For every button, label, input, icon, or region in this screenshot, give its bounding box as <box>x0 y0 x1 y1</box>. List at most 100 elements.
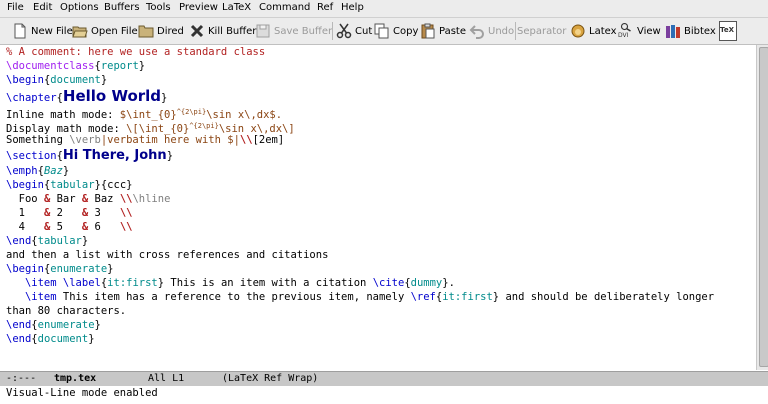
wrapped-text: than 80 characters. <box>6 305 127 317</box>
menu-ref[interactable]: Ref <box>317 2 333 13</box>
environment-name: enumerate <box>37 319 95 331</box>
begin-command: \begin <box>6 179 44 191</box>
new-file-icon <box>14 23 26 39</box>
menu-tools[interactable]: Tools <box>146 2 171 13</box>
menu-help[interactable]: Help <box>341 2 364 13</box>
code-line: \documentclass{report} <box>6 60 146 72</box>
chapter-command: \chapter <box>6 92 57 104</box>
menu-bar: File Edit Options Buffers Tools Preview … <box>0 0 768 18</box>
item-text-continued: and should be deliberately longer <box>499 291 715 303</box>
undo-button[interactable]: Undo <box>469 20 514 42</box>
code-line: 1 & 2 & 3 \\ <box>6 206 133 220</box>
vertical-scrollbar[interactable] <box>756 45 768 370</box>
emph-command: \emph <box>6 165 38 177</box>
code-line: \end{tabular} <box>6 235 89 247</box>
menu-file[interactable]: File <box>7 2 24 13</box>
environment-name: enumerate <box>50 263 108 275</box>
new-file-button[interactable]: New File <box>12 20 73 42</box>
label-argument: it:first <box>107 277 158 289</box>
environment-name: document <box>37 333 89 345</box>
dired-button[interactable]: Dired <box>138 20 184 42</box>
paste-button[interactable]: Paste <box>420 20 466 42</box>
code-line: \chapter{Hello World} <box>6 87 168 105</box>
copy-button[interactable]: Copy <box>374 20 418 42</box>
ref-argument: it:first <box>442 291 493 303</box>
view-label: View <box>637 25 661 37</box>
modeline-modes[interactable]: (LaTeX Ref Wrap) <box>222 373 318 384</box>
table-cell: Baz <box>88 193 120 205</box>
undo-label: Undo <box>488 25 515 37</box>
code-line: \end{enumerate} <box>6 319 101 331</box>
separator-label: Separator <box>517 25 567 37</box>
hline-command: \hline <box>132 193 171 205</box>
menu-latex[interactable]: LaTeX <box>222 2 251 13</box>
save-buffer-label: Save Buffer <box>274 25 333 37</box>
menu-edit[interactable]: Edit <box>33 2 52 13</box>
end-command: \end <box>6 319 32 331</box>
mode-line: -:--- tmp.tex All L1 (LaTeX Ref Wrap) <box>0 371 768 386</box>
documentclass-argument: report <box>100 60 139 72</box>
code-line: \end{document} <box>6 333 95 345</box>
minibuffer[interactable]: Visual-Line mode enabled <box>0 386 768 404</box>
table-cell: 5 <box>50 221 82 233</box>
tex-icon: TeX <box>719 21 737 41</box>
kill-buffer-button[interactable]: Kill Buffer <box>189 20 256 42</box>
cut-button[interactable]: Cut <box>336 20 372 42</box>
copy-label: Copy <box>393 25 419 37</box>
menu-options[interactable]: Options <box>60 2 99 13</box>
cut-label: Cut <box>355 25 373 37</box>
row-break: \\ <box>119 207 133 219</box>
plain-text: and then a list with cross references an… <box>6 249 329 261</box>
paste-label: Paste <box>439 25 466 37</box>
menu-buffers[interactable]: Buffers <box>104 2 140 13</box>
code-line: \begin{enumerate} <box>6 263 114 275</box>
open-file-button[interactable]: Open File <box>72 20 138 42</box>
item-command: \item <box>24 277 57 289</box>
save-buffer-button[interactable]: Save Buffer <box>255 20 332 42</box>
view-button[interactable]: DVI View <box>618 20 661 42</box>
inline-math-superscript: ^{2\pi} <box>176 108 207 116</box>
separator-button[interactable]: Separator <box>517 20 566 42</box>
code-line: \begin{tabular}{ccc} <box>6 179 133 191</box>
menu-preview[interactable]: Preview <box>179 2 218 13</box>
item-text: This item has a reference to the previou… <box>56 291 411 303</box>
something-label: Something <box>6 134 70 146</box>
section-title: Hi There, John <box>62 148 167 163</box>
undo-icon <box>469 25 484 39</box>
table-cell: Bar <box>50 193 82 205</box>
editor-buffer[interactable]: % A comment: here we use a standard clas… <box>0 45 756 370</box>
code-line: 4 & 5 & 6 \\ <box>6 220 133 234</box>
latex-label: Latex <box>589 25 617 37</box>
latex-button[interactable]: Latex <box>570 20 617 42</box>
modeline-status: -:--- <box>6 373 37 384</box>
end-command: \end <box>6 333 32 345</box>
item-command: \item <box>24 291 57 303</box>
table-cell: 3 <box>88 207 120 219</box>
table-cell: 2 <box>50 207 82 219</box>
menu-command[interactable]: Command <box>259 2 310 13</box>
code-line: \emph{Baz} <box>6 165 70 177</box>
row-break: \\ <box>119 193 133 205</box>
code-line: Inline math mode: $\int_{0}^{2\pi}\sin x… <box>6 105 282 121</box>
close-icon <box>190 24 204 38</box>
modeline-buffer-name[interactable]: tmp.tex <box>54 373 96 384</box>
code-line: \begin{document} <box>6 74 108 86</box>
code-line: Foo & Bar & Baz \\\hline <box>6 192 171 206</box>
dired-label: Dired <box>157 25 184 37</box>
open-folder-icon <box>72 26 88 38</box>
environment-name: document <box>50 74 101 86</box>
chapter-title: Hello World <box>62 87 162 105</box>
lion-icon <box>571 24 585 38</box>
item-text: This is an item with a citation <box>164 277 373 289</box>
toolbar: New File Open File Dired Kill Buffer Sav… <box>0 18 768 45</box>
clipboard-icon <box>421 23 435 39</box>
code-line: and then a list with cross references an… <box>6 248 328 262</box>
scrollbar-thumb[interactable] <box>759 47 768 367</box>
bibtex-button[interactable]: Bibtex <box>665 20 716 42</box>
display-math-superscript: ^{2\pi} <box>189 122 219 130</box>
toolbar-divider <box>515 22 516 40</box>
table-cell: Foo <box>6 193 44 205</box>
code-line: \item \label{it:first} This is an item w… <box>24 277 455 289</box>
save-icon <box>256 24 270 38</box>
tex-button[interactable]: TeX <box>719 20 737 42</box>
